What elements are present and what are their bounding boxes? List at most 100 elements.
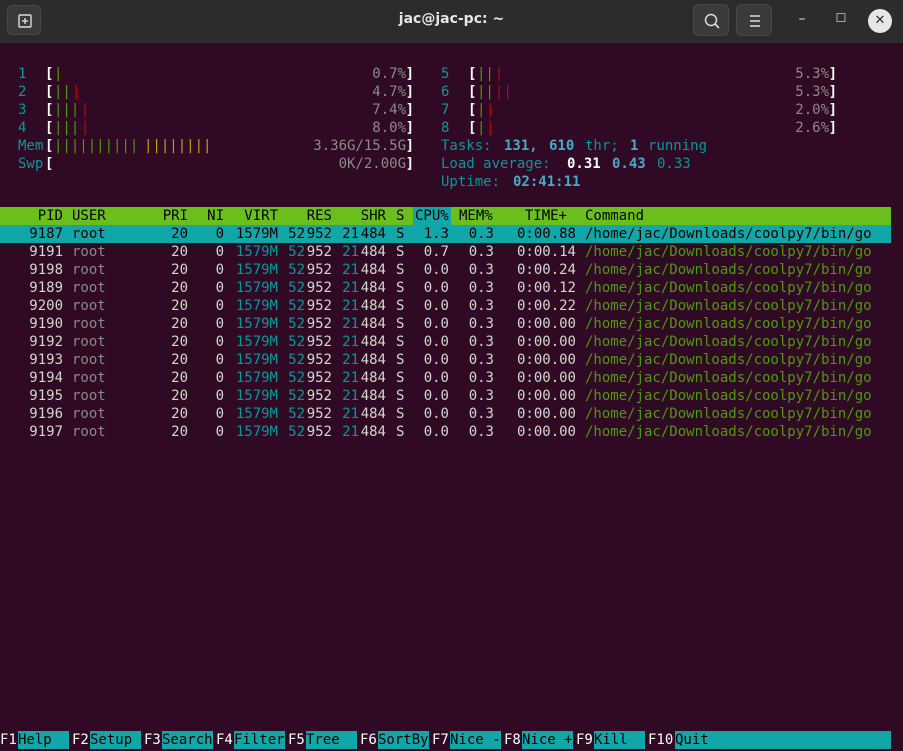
title-bar: jac@jac-pc: ~ – ☐ ✕ xyxy=(0,0,903,44)
user: root xyxy=(72,406,106,422)
state: S xyxy=(396,352,405,368)
fkey-label-nice--[interactable]: Nice - xyxy=(450,731,501,749)
priority: 20 xyxy=(171,316,188,332)
cpu-number: 5 xyxy=(441,66,450,82)
process-row[interactable]: 9194 root 20 0 1579M 52 952 21 484 S 0.0 0.3 0:00.00… xyxy=(0,369,891,387)
cpu-time: 0:00.00 xyxy=(516,334,576,350)
fkey-f10[interactable]: F10 xyxy=(648,731,673,749)
shr-low: 484 xyxy=(360,298,386,314)
column-header-command[interactable]: Command xyxy=(585,207,644,225)
shr-high: 21 xyxy=(342,352,359,368)
column-header-cpu[interactable]: CPU% xyxy=(413,207,451,225)
fkey-f3[interactable]: F3 xyxy=(144,731,161,749)
res-high: 52 xyxy=(288,406,305,422)
process-row[interactable]: 9198 root 20 0 1579M 52 952 21 484 S 0.0 0.3 0:00.24… xyxy=(0,261,891,279)
process-row[interactable]: 9189 root 20 0 1579M 52 952 21 484 S 0.0 0.3 0:00.12… xyxy=(0,279,891,297)
threads-count: 610 xyxy=(549,138,575,154)
process-row[interactable]: 9196 root 20 0 1579M 52 952 21 484 S 0.0 0.3 0:00.00… xyxy=(0,405,891,423)
fkey-label-tree[interactable]: Tree xyxy=(306,731,357,749)
cpu-bar-normal: | xyxy=(477,120,486,136)
fkey-label-setup[interactable]: Setup xyxy=(90,731,141,749)
shr-high: 21 xyxy=(342,244,359,260)
fkey-f9[interactable]: F9 xyxy=(576,731,593,749)
fkey-f6[interactable]: F6 xyxy=(360,731,377,749)
meter-bracket: ] xyxy=(828,120,837,136)
fkey-label-sortby[interactable]: SortBy xyxy=(378,731,429,749)
process-row[interactable]: 9197 root 20 0 1579M 52 952 21 484 S 0.0 0.3 0:00.00… xyxy=(0,423,891,441)
process-row[interactable]: 9190 root 20 0 1579M 52 952 21 484 S 0.0 0.3 0:00.00… xyxy=(0,315,891,333)
process-row[interactable]: 9195 root 20 0 1579M 52 952 21 484 S 0.0 0.3 0:00.00… xyxy=(0,387,891,405)
search-icon xyxy=(704,13,720,29)
cpu-time: 0:00.00 xyxy=(516,352,576,368)
pid: 9187 xyxy=(29,226,63,242)
meter-bracket: ] xyxy=(405,138,414,154)
maximize-button[interactable]: ☐ xyxy=(831,11,851,31)
res-low: 952 xyxy=(306,280,332,296)
state: S xyxy=(396,406,405,422)
column-header-mem[interactable]: MEM% xyxy=(459,207,493,225)
column-header-virt[interactable]: VIRT xyxy=(244,207,278,225)
user: root xyxy=(72,370,106,386)
user: root xyxy=(72,280,106,296)
cpu-percent: 0.0 xyxy=(423,262,449,278)
pid: 9198 xyxy=(29,262,63,278)
swp-value: 0K/2.00G xyxy=(338,156,406,172)
minimize-button[interactable]: – xyxy=(792,11,812,31)
cpu-percent: 0.0 xyxy=(423,316,449,332)
fkey-f1[interactable]: F1 xyxy=(0,731,17,749)
column-header-pid[interactable]: PID xyxy=(38,207,63,225)
cpu-time: 0:00.00 xyxy=(516,316,576,332)
res-low: 952 xyxy=(306,226,332,242)
cpu-bar-normal: || xyxy=(477,66,494,82)
fkey-label-quit[interactable]: Quit xyxy=(675,731,891,749)
fkey-f2[interactable]: F2 xyxy=(72,731,89,749)
user: root xyxy=(72,388,106,404)
priority: 20 xyxy=(171,226,188,242)
cpu-percent: 5.3% xyxy=(795,66,829,82)
column-header-res[interactable]: RES xyxy=(307,207,332,225)
meter-bracket: ] xyxy=(828,66,837,82)
state: S xyxy=(396,298,405,314)
fkey-label-filter[interactable]: Filter xyxy=(234,731,285,749)
process-row[interactable]: 9192 root 20 0 1579M 52 952 21 484 S 0.0 0.3 0:00.00… xyxy=(0,333,891,351)
fkey-f4[interactable]: F4 xyxy=(216,731,233,749)
shr-high: 21 xyxy=(342,388,359,404)
fkey-label-nice--[interactable]: Nice + xyxy=(522,731,573,749)
column-header-user[interactable]: USER xyxy=(72,207,106,225)
column-header-ni[interactable]: NI xyxy=(207,207,224,225)
hamburger-menu-icon xyxy=(750,15,760,27)
fkey-f8[interactable]: F8 xyxy=(504,731,521,749)
pid: 9191 xyxy=(29,244,63,260)
process-row-selected[interactable]: 9187 root 20 0 1579M 52 952 21 484 S 1.3 0.3 0:00.88… xyxy=(0,225,891,243)
virt: 1579M xyxy=(235,262,278,278)
terminal[interactable]: 1[| 0.7%] 2[|| | 4.7%] 3[||| | 7.4%] 4[||| | 8.0%]… xyxy=(0,44,903,751)
cpu-percent: 0.0 xyxy=(423,352,449,368)
priority: 20 xyxy=(171,262,188,278)
column-header-s[interactable]: S xyxy=(396,207,404,225)
search-button[interactable] xyxy=(693,4,729,36)
fkey-f7[interactable]: F7 xyxy=(432,731,449,749)
menu-button[interactable] xyxy=(736,4,772,36)
process-row[interactable]: 9200 root 20 0 1579M 52 952 21 484 S 0.0 0.3 0:00.22… xyxy=(0,297,891,315)
mem-percent: 0.3 xyxy=(468,244,494,260)
mem-percent: 0.3 xyxy=(468,334,494,350)
column-header-pri[interactable]: PRI xyxy=(163,207,188,225)
cpu-percent: 0.0 xyxy=(423,334,449,350)
process-row[interactable]: 9193 root 20 0 1579M 52 952 21 484 S 0.0 0.3 0:00.00… xyxy=(0,351,891,369)
command: /home/jac/Downloads/coolpy7/bin/go xyxy=(585,298,872,314)
column-header-shr[interactable]: SHR xyxy=(361,207,386,225)
virt: 1579M xyxy=(235,352,278,368)
close-button[interactable]: ✕ xyxy=(868,9,892,33)
process-row[interactable]: 9191 root 20 0 1579M 52 952 21 484 S 0.7 0.3 0:00.14… xyxy=(0,243,891,261)
fkey-label-search[interactable]: Search xyxy=(162,731,213,749)
shr-high: 21 xyxy=(342,334,359,350)
pid: 9196 xyxy=(29,406,63,422)
fkey-f5[interactable]: F5 xyxy=(288,731,305,749)
state: S xyxy=(396,316,405,332)
column-header-time[interactable]: TIME+ xyxy=(525,207,567,225)
nice: 0 xyxy=(215,262,224,278)
fkey-label-help[interactable]: Help xyxy=(18,731,69,749)
meter-bracket: [ xyxy=(45,138,54,154)
user: root xyxy=(72,316,106,332)
fkey-label-kill[interactable]: Kill xyxy=(594,731,645,749)
